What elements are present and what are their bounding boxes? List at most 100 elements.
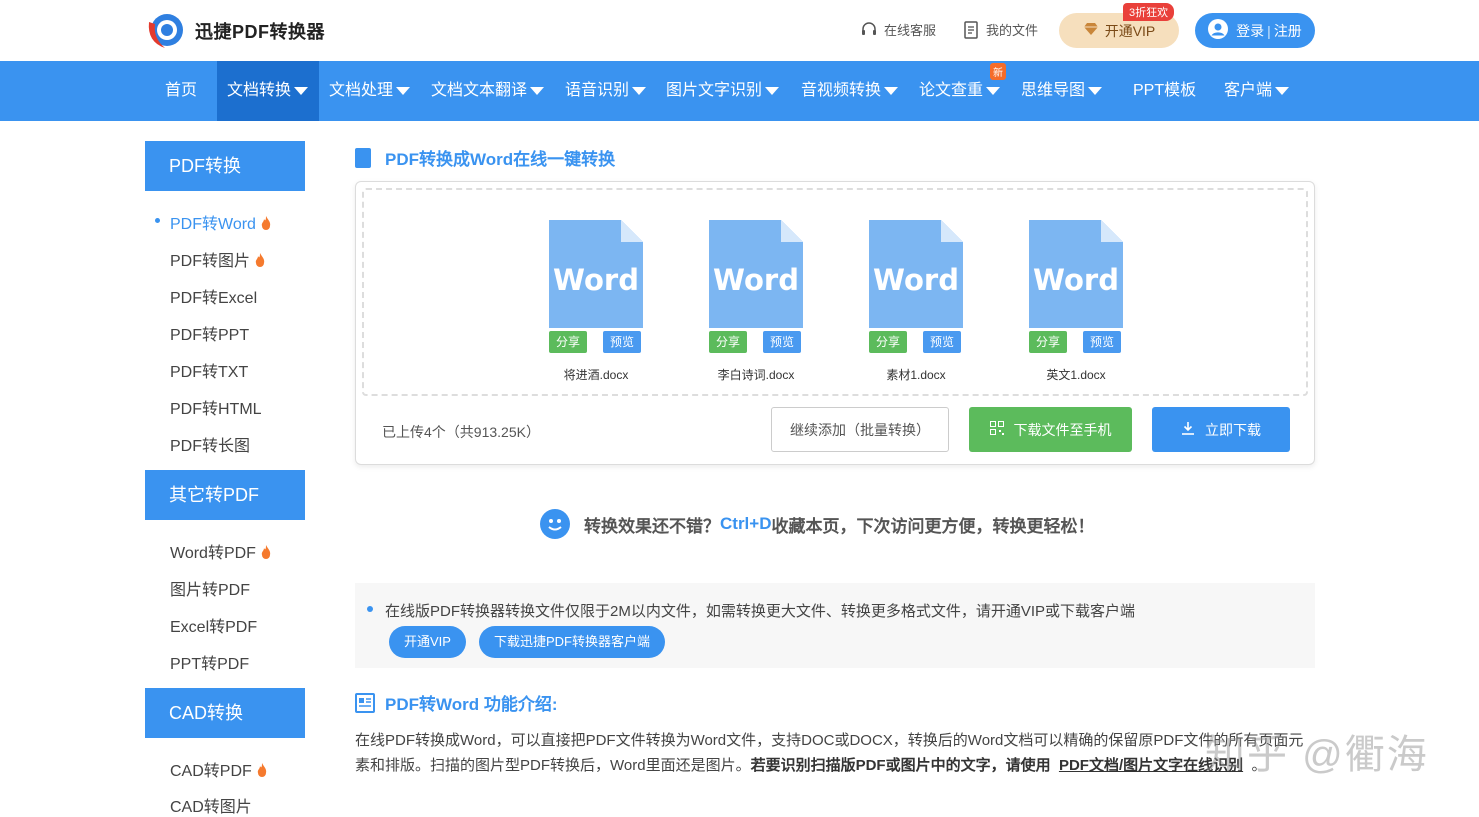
sidebar-item-pdf-to-excel[interactable]: PDF转Excel [170, 284, 257, 308]
sidebar-item-ppt-to-pdf[interactable]: PPT转PDF [170, 650, 249, 674]
caret-down-icon [530, 86, 545, 95]
sidebar-item-pdf-to-html[interactable]: PDF转HTML [170, 395, 262, 419]
nav-label: PPT模板 [1133, 82, 1197, 99]
sidebar-item-image-to-pdf[interactable]: 图片转PDF [170, 576, 250, 600]
download-now-label: 立即下载 [1205, 421, 1261, 438]
sidebar-item-label: PPT转PDF [170, 656, 250, 673]
sidebar-item-pdf-to-ppt[interactable]: PDF转PPT [170, 321, 249, 345]
nav-item-media[interactable]: 音视频转换 [801, 61, 899, 121]
sidebar-item-excel-to-pdf[interactable]: Excel转PDF [170, 613, 257, 637]
file-drop-zone[interactable]: Word 分享 预览 将进酒.docx Word 分享 预览 李白诗词.docx… [362, 188, 1308, 396]
download-to-phone-label: 下载文件至手机 [1013, 421, 1112, 438]
nav-item-doc-process[interactable]: 文档处理 [329, 61, 411, 121]
sidebar-group-title[interactable]: 其它转PDF [145, 470, 305, 520]
word-file-icon[interactable]: Word [869, 220, 963, 328]
word-icon-text: Word [553, 263, 639, 297]
nav-item-client[interactable]: 客户端 [1224, 61, 1290, 121]
top-bar: 迅捷PDF转换器 在线客服 我的文件 开通VIP 3折狂欢 登录 | 注册 [0, 0, 1479, 61]
nav-label: 文档文本翻译 [431, 82, 528, 99]
notice-vip-button[interactable]: 开通VIP [389, 626, 466, 658]
download-to-phone-button[interactable]: 下载文件至手机 [969, 407, 1132, 452]
flame-icon [261, 216, 271, 230]
share-button[interactable]: 分享 [549, 331, 588, 353]
file-card: Word 分享 预览 李白诗词.docx [696, 220, 816, 383]
sidebar-item-word-to-pdf[interactable]: Word转PDF [170, 539, 271, 563]
nav-item-translate[interactable]: 文档文本翻译 [431, 61, 545, 121]
word-icon-text: Word [713, 263, 799, 297]
my-files-link[interactable]: 我的文件 [962, 20, 1038, 39]
sidebar-item-label: CAD转PDF [170, 763, 252, 780]
caret-down-icon [986, 86, 1001, 95]
file-name: 素材1.docx [886, 368, 946, 382]
word-file-icon[interactable]: Word [549, 220, 643, 328]
sidebar-item-label: PDF转Excel [170, 290, 258, 307]
nav-item-speech[interactable]: 语音识别 [565, 61, 647, 121]
sidebar-item-pdf-to-txt[interactable]: PDF转TXT [170, 358, 248, 382]
download-icon [1181, 421, 1195, 438]
nav-item-home[interactable]: 首页 [149, 61, 213, 121]
nav-item-ppt[interactable]: PPT模板 [1133, 61, 1196, 121]
smile-icon [540, 509, 570, 539]
nav-label: 论文查重 [919, 82, 984, 99]
login-label[interactable]: 登录 [1236, 21, 1264, 41]
preview-button[interactable]: 预览 [603, 331, 642, 353]
share-button[interactable]: 分享 [709, 331, 748, 353]
download-now-button[interactable]: 立即下载 [1152, 407, 1290, 452]
sidebar-item-pdf-to-image[interactable]: PDF转图片 [170, 247, 265, 271]
nav-label: 客户端 [1224, 82, 1273, 99]
sidebar-item-label: PDF转长图 [170, 438, 251, 455]
intro-title-text: PDF转Word 功能介绍: [385, 695, 558, 714]
sidebar-item-label: PDF转图片 [170, 253, 251, 270]
tip-text-1: 转换效果还不错？ [584, 516, 720, 536]
page-title-text: PDF转换成Word在线一键转换 [385, 150, 616, 169]
preview-button[interactable]: 预览 [763, 331, 802, 353]
sidebar-item-cad-to-image[interactable]: CAD转图片 [170, 793, 252, 817]
register-label[interactable]: 注册 [1274, 21, 1302, 41]
bullet-dot [367, 606, 373, 612]
open-vip-label: 开通VIP [1104, 22, 1156, 39]
new-badge: 新 [990, 63, 1006, 80]
vip-promo-badge: 3折狂欢 [1123, 3, 1175, 21]
sidebar-group-title[interactable]: PDF转换 [145, 141, 305, 191]
sidebar-item-label: PDF转Word [170, 216, 256, 233]
qr-code-icon [989, 421, 1004, 438]
nav-label: 文档处理 [329, 82, 394, 99]
word-icon-text: Word [1033, 263, 1119, 297]
diamond-icon [1083, 22, 1099, 39]
nav-item-plagiarism[interactable]: 论文查重 [919, 61, 1001, 121]
nav-item-doc-convert[interactable]: 文档转换 [217, 61, 319, 121]
file-name: 李白诗词.docx [717, 368, 795, 382]
preview-button[interactable]: 预览 [923, 331, 962, 353]
logo-icon [145, 12, 187, 50]
add-more-button[interactable]: 继续添加（批量转换） [771, 407, 949, 452]
sidebar-item-label: PDF转HTML [170, 401, 262, 418]
word-file-icon[interactable]: Word [709, 220, 803, 328]
flame-icon [261, 545, 271, 559]
online-service-link[interactable]: 在线客服 [860, 20, 936, 39]
sidebar-item-cad-to-pdf[interactable]: CAD转PDF [170, 757, 267, 781]
nav-label: 图片文字识别 [666, 82, 763, 99]
file-card: Word 分享 预览 英文1.docx [1016, 220, 1136, 383]
file-card: Word 分享 预览 将进酒.docx [536, 220, 656, 383]
sidebar-group-title[interactable]: CAD转换 [145, 688, 305, 738]
caret-down-icon [396, 86, 411, 95]
sidebar-item-pdf-to-long-image[interactable]: PDF转长图 [170, 432, 250, 456]
word-file-icon[interactable]: Word [1029, 220, 1123, 328]
download-client-button[interactable]: 下载迅捷PDF转换器客户端 [479, 626, 666, 658]
caret-down-icon [632, 86, 647, 95]
sidebar-item-pdf-to-word[interactable]: PDF转Word [170, 210, 271, 234]
share-button[interactable]: 分享 [1029, 331, 1068, 353]
intro-bold-text: 若要识别扫描版PDF或图片中的文字，请使用 [750, 757, 1051, 774]
flame-icon [257, 763, 266, 777]
nav-label: 语音识别 [565, 82, 630, 99]
my-files-label: 我的文件 [986, 23, 1039, 38]
logo[interactable]: 迅捷PDF转换器 [145, 12, 325, 50]
preview-button[interactable]: 预览 [1083, 331, 1122, 353]
intro-paragraph: 在线PDF转换成Word，可以直接把PDF文件转换为Word文件，支持DOC或D… [355, 728, 1315, 778]
share-button[interactable]: 分享 [869, 331, 908, 353]
caret-down-icon [884, 86, 899, 95]
login-register-button[interactable]: 登录 | 注册 [1195, 13, 1315, 48]
nav-item-ocr[interactable]: 图片文字识别 [666, 61, 780, 121]
nav-item-mindmap[interactable]: 思维导图 [1021, 61, 1103, 121]
intro-title: PDF转Word 功能介绍: [355, 690, 558, 715]
